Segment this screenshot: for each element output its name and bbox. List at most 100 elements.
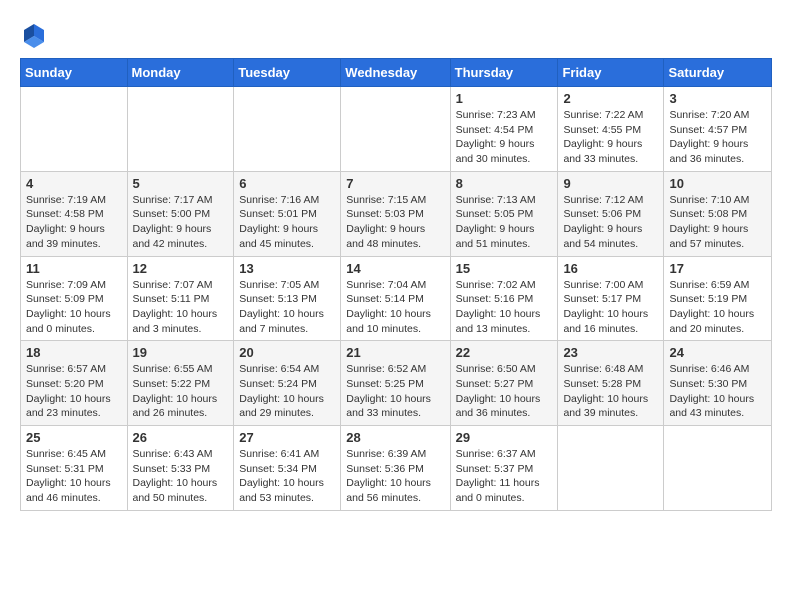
day-info: Sunrise: 6:50 AMSunset: 5:27 PMDaylight:… [456, 362, 553, 421]
day-number: 6 [239, 176, 335, 191]
calendar-cell: 28 Sunrise: 6:39 AMSunset: 5:36 PMDayligh… [341, 426, 450, 511]
day-number: 10 [669, 176, 766, 191]
day-number: 19 [133, 345, 229, 360]
day-info: Sunrise: 7:12 AMSunset: 5:06 PMDaylight:… [563, 193, 658, 252]
day-number: 17 [669, 261, 766, 276]
calendar-cell: 25 Sunrise: 6:45 AMSunset: 5:31 PMDayligh… [21, 426, 128, 511]
day-number: 5 [133, 176, 229, 191]
weekday-header: Tuesday [234, 59, 341, 87]
calendar-cell: 6 Sunrise: 7:16 AMSunset: 5:01 PMDaylight… [234, 171, 341, 256]
day-info: Sunrise: 6:43 AMSunset: 5:33 PMDaylight:… [133, 447, 229, 506]
day-info: Sunrise: 7:20 AMSunset: 4:57 PMDaylight:… [669, 108, 766, 167]
day-info: Sunrise: 7:13 AMSunset: 5:05 PMDaylight:… [456, 193, 553, 252]
calendar-cell: 2 Sunrise: 7:22 AMSunset: 4:55 PMDaylight… [558, 87, 664, 172]
day-number: 4 [26, 176, 122, 191]
day-info: Sunrise: 6:54 AMSunset: 5:24 PMDaylight:… [239, 362, 335, 421]
calendar-cell: 29Sunrise: 6:37 AMSunset: 5:37 PMDayligh… [450, 426, 558, 511]
day-number: 25 [26, 430, 122, 445]
day-number: 3 [669, 91, 766, 106]
logo-icon [20, 20, 48, 48]
calendar-week-row: 25 Sunrise: 6:45 AMSunset: 5:31 PMDayligh… [21, 426, 772, 511]
calendar-cell: 26 Sunrise: 6:43 AMSunset: 5:33 PMDayligh… [127, 426, 234, 511]
calendar-cell [21, 87, 128, 172]
day-info: Sunrise: 6:48 AMSunset: 5:28 PMDaylight:… [563, 362, 658, 421]
day-info: Sunrise: 7:02 AMSunset: 5:16 PMDaylight:… [456, 278, 553, 337]
calendar-cell [127, 87, 234, 172]
calendar-cell: 5 Sunrise: 7:17 AMSunset: 5:00 PMDaylight… [127, 171, 234, 256]
day-number: 18 [26, 345, 122, 360]
logo [20, 20, 52, 48]
calendar-cell: 3 Sunrise: 7:20 AMSunset: 4:57 PMDaylight… [664, 87, 772, 172]
weekday-header: Wednesday [341, 59, 450, 87]
day-info: Sunrise: 6:46 AMSunset: 5:30 PMDaylight:… [669, 362, 766, 421]
calendar-cell: 7 Sunrise: 7:15 AMSunset: 5:03 PMDaylight… [341, 171, 450, 256]
calendar-cell [234, 87, 341, 172]
calendar-header-row: SundayMondayTuesdayWednesdayThursdayFrid… [21, 59, 772, 87]
day-info: Sunrise: 7:15 AMSunset: 5:03 PMDaylight:… [346, 193, 444, 252]
weekday-header: Monday [127, 59, 234, 87]
day-info: Sunrise: 6:59 AMSunset: 5:19 PMDaylight:… [669, 278, 766, 337]
calendar-cell: 8 Sunrise: 7:13 AMSunset: 5:05 PMDaylight… [450, 171, 558, 256]
calendar-cell: 18 Sunrise: 6:57 AMSunset: 5:20 PMDayligh… [21, 341, 128, 426]
day-number: 16 [563, 261, 658, 276]
day-info: Sunrise: 6:57 AMSunset: 5:20 PMDaylight:… [26, 362, 122, 421]
calendar-cell: 4 Sunrise: 7:19 AMSunset: 4:58 PMDaylight… [21, 171, 128, 256]
day-info: Sunrise: 7:23 AMSunset: 4:54 PMDaylight:… [456, 108, 553, 167]
day-info: Sunrise: 6:45 AMSunset: 5:31 PMDaylight:… [26, 447, 122, 506]
day-info: Sunrise: 7:17 AMSunset: 5:00 PMDaylight:… [133, 193, 229, 252]
day-number: 11 [26, 261, 122, 276]
calendar-cell [341, 87, 450, 172]
calendar-cell: 10 Sunrise: 7:10 AMSunset: 5:08 PMDayligh… [664, 171, 772, 256]
calendar-cell: 9 Sunrise: 7:12 AMSunset: 5:06 PMDaylight… [558, 171, 664, 256]
calendar-cell: 27Sunrise: 6:41 AMSunset: 5:34 PMDayligh… [234, 426, 341, 511]
calendar-week-row: 11 Sunrise: 7:09 AMSunset: 5:09 PMDayligh… [21, 256, 772, 341]
calendar-cell: 11 Sunrise: 7:09 AMSunset: 5:09 PMDayligh… [21, 256, 128, 341]
day-number: 9 [563, 176, 658, 191]
calendar-cell [664, 426, 772, 511]
calendar-week-row: 1 Sunrise: 7:23 AMSunset: 4:54 PMDaylight… [21, 87, 772, 172]
day-number: 26 [133, 430, 229, 445]
day-info: Sunrise: 7:07 AMSunset: 5:11 PMDaylight:… [133, 278, 229, 337]
calendar-week-row: 4 Sunrise: 7:19 AMSunset: 4:58 PMDaylight… [21, 171, 772, 256]
day-number: 14 [346, 261, 444, 276]
calendar-cell: 1 Sunrise: 7:23 AMSunset: 4:54 PMDaylight… [450, 87, 558, 172]
day-info: Sunrise: 7:09 AMSunset: 5:09 PMDaylight:… [26, 278, 122, 337]
day-info: Sunrise: 7:04 AMSunset: 5:14 PMDaylight:… [346, 278, 444, 337]
day-number: 15 [456, 261, 553, 276]
calendar-cell: 17 Sunrise: 6:59 AMSunset: 5:19 PMDayligh… [664, 256, 772, 341]
calendar: SundayMondayTuesdayWednesdayThursdayFrid… [20, 58, 772, 511]
calendar-cell: 15 Sunrise: 7:02 AMSunset: 5:16 PMDayligh… [450, 256, 558, 341]
calendar-cell: 12Sunrise: 7:07 AMSunset: 5:11 PMDayligh… [127, 256, 234, 341]
day-number: 1 [456, 91, 553, 106]
day-number: 8 [456, 176, 553, 191]
day-info: Sunrise: 6:52 AMSunset: 5:25 PMDaylight:… [346, 362, 444, 421]
day-info: Sunrise: 7:19 AMSunset: 4:58 PMDaylight:… [26, 193, 122, 252]
day-number: 13 [239, 261, 335, 276]
day-number: 21 [346, 345, 444, 360]
day-info: Sunrise: 6:37 AMSunset: 5:37 PMDaylight:… [456, 447, 553, 506]
calendar-cell: 24Sunrise: 6:46 AMSunset: 5:30 PMDayligh… [664, 341, 772, 426]
day-info: Sunrise: 6:55 AMSunset: 5:22 PMDaylight:… [133, 362, 229, 421]
calendar-week-row: 18 Sunrise: 6:57 AMSunset: 5:20 PMDayligh… [21, 341, 772, 426]
calendar-cell: 19 Sunrise: 6:55 AMSunset: 5:22 PMDayligh… [127, 341, 234, 426]
calendar-cell [558, 426, 664, 511]
day-number: 2 [563, 91, 658, 106]
calendar-cell: 23 Sunrise: 6:48 AMSunset: 5:28 PMDayligh… [558, 341, 664, 426]
day-info: Sunrise: 6:41 AMSunset: 5:34 PMDaylight:… [239, 447, 335, 506]
calendar-cell: 13Sunrise: 7:05 AMSunset: 5:13 PMDayligh… [234, 256, 341, 341]
day-number: 28 [346, 430, 444, 445]
day-info: Sunrise: 6:39 AMSunset: 5:36 PMDaylight:… [346, 447, 444, 506]
weekday-header: Saturday [664, 59, 772, 87]
calendar-cell: 22 Sunrise: 6:50 AMSunset: 5:27 PMDayligh… [450, 341, 558, 426]
day-info: Sunrise: 7:10 AMSunset: 5:08 PMDaylight:… [669, 193, 766, 252]
calendar-cell: 20Sunrise: 6:54 AMSunset: 5:24 PMDayligh… [234, 341, 341, 426]
day-info: Sunrise: 7:16 AMSunset: 5:01 PMDaylight:… [239, 193, 335, 252]
day-info: Sunrise: 7:00 AMSunset: 5:17 PMDaylight:… [563, 278, 658, 337]
day-number: 23 [563, 345, 658, 360]
day-number: 22 [456, 345, 553, 360]
day-number: 7 [346, 176, 444, 191]
calendar-cell: 16 Sunrise: 7:00 AMSunset: 5:17 PMDayligh… [558, 256, 664, 341]
calendar-cell: 21 Sunrise: 6:52 AMSunset: 5:25 PMDayligh… [341, 341, 450, 426]
day-info: Sunrise: 7:22 AMSunset: 4:55 PMDaylight:… [563, 108, 658, 167]
weekday-header: Friday [558, 59, 664, 87]
